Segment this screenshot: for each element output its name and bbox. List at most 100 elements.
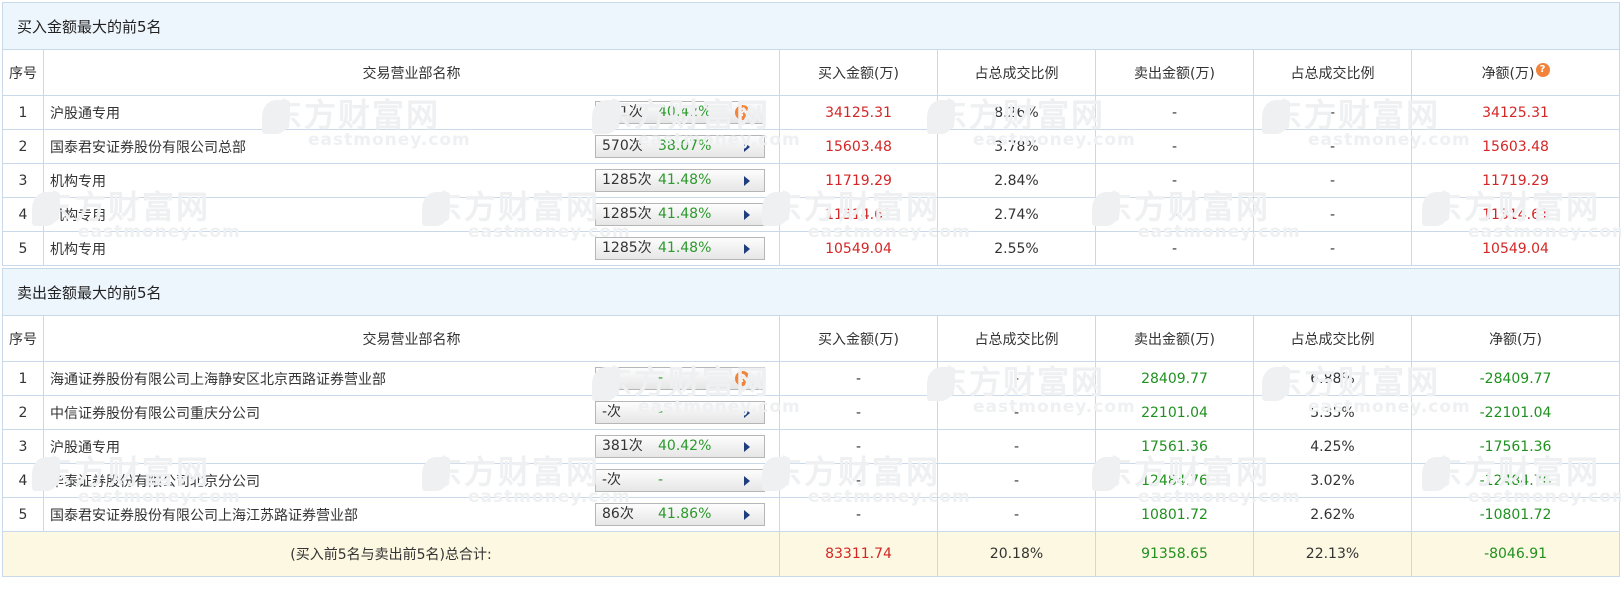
table-row: 3 沪股通专用 381次 40.42% - -17561.36 4.25% -17561.36 xyxy=(2,429,1621,464)
dept-stats-box[interactable]: 86次 41.86% xyxy=(595,503,765,526)
play-arrow-icon[interactable] xyxy=(744,442,750,452)
dept-name-link[interactable]: 沪股通专用 xyxy=(50,103,120,123)
dept-rate: 40.42% xyxy=(658,438,712,454)
buy-top5-table: 买入金额最大的前5名 序号 交易营业部名称 买入金额(万) 占总成交比例 卖出金… xyxy=(1,2,1621,266)
dept-name-link[interactable]: 华泰证券股份有限公司北京分公司 xyxy=(50,471,260,491)
question-icon[interactable]: ? xyxy=(735,105,750,120)
total-label: (买入前5名与卖出前5名)总合计: xyxy=(2,531,780,577)
dept-name-link[interactable]: 中信证券股份有限公司重庆分公司 xyxy=(50,403,260,423)
row-buy-amount: - xyxy=(779,429,938,464)
total-sell: 91358.65 xyxy=(1095,531,1254,577)
dept-stats-box[interactable]: 381次 40.42%? xyxy=(595,101,765,124)
row-buy-amount: - xyxy=(779,463,938,498)
dept-name-link[interactable]: 海通证券股份有限公司上海静安区北京西路证券营业部 xyxy=(50,369,386,389)
total-net: -8046.91 xyxy=(1410,531,1621,577)
row-buy-ratio: - xyxy=(937,463,1096,498)
dept-rate: 41.48% xyxy=(658,206,712,222)
row-buy-ratio: 2.55% xyxy=(937,231,1096,266)
row-name-cell: 沪股通专用 381次 40.42% xyxy=(43,429,780,464)
table-row: 4 机构专用 1285次 41.48% 11314.61 2.74% - -11314.61 xyxy=(2,197,1621,232)
row-buy-amount: 11719.29 xyxy=(779,163,938,198)
table-row: 1 海通证券股份有限公司上海静安区北京西路证券营业部 -次 -? - -28409.77 6… xyxy=(2,361,1621,396)
dept-rate: 40.42% xyxy=(658,104,712,120)
row-buy-ratio: 2.74% xyxy=(937,197,1096,232)
col-name: 交易营业部名称 xyxy=(43,49,780,96)
dept-name-link[interactable]: 国泰君安证券股份有限公司总部 xyxy=(50,137,246,157)
dept-name-link[interactable]: 机构专用 xyxy=(50,239,106,259)
row-sell-amount: 12484.76 xyxy=(1095,463,1254,498)
row-seq: 4 xyxy=(2,197,44,232)
row-buy-amount: 10549.04 xyxy=(779,231,938,266)
row-sell-amount: 17561.36 xyxy=(1095,429,1254,464)
row-name-cell: 海通证券股份有限公司上海静安区北京西路证券营业部 -次 -? xyxy=(43,361,780,396)
col-seq: 序号 xyxy=(2,315,44,362)
dept-name-link[interactable]: 机构专用 xyxy=(50,171,106,191)
col-buy-amount: 买入金额(万) xyxy=(779,49,938,96)
row-seq: 4 xyxy=(2,463,44,498)
table-row: 5 国泰君安证券股份有限公司上海江苏路证券营业部 86次 41.86% - -10801.… xyxy=(2,497,1621,532)
row-sell-amount: 22101.04 xyxy=(1095,395,1254,430)
row-sell-amount: 10801.72 xyxy=(1095,497,1254,532)
row-net: -17561.36 xyxy=(1410,429,1621,464)
row-sell-amount: - xyxy=(1095,129,1254,164)
buy-section-title: 买入金额最大的前5名 xyxy=(1,2,1621,50)
total-buy-ratio: 20.18% xyxy=(937,531,1096,577)
dept-name-link[interactable]: 机构专用 xyxy=(50,205,106,225)
col-buy-amount: 买入金额(万) xyxy=(779,315,938,362)
row-name-cell: 国泰君安证券股份有限公司总部 570次 38.07% xyxy=(43,129,780,164)
row-buy-ratio: 2.84% xyxy=(937,163,1096,198)
dept-count: -次 xyxy=(602,472,622,488)
row-sell-ratio: 2.62% xyxy=(1253,497,1412,532)
col-sell-amount: 卖出金额(万) xyxy=(1095,49,1254,96)
row-seq: 3 xyxy=(2,429,44,464)
dept-stats-box[interactable]: -次 - xyxy=(595,401,765,424)
sell-section-header: 卖出金额最大的前5名 xyxy=(1,268,1621,316)
row-sell-amount: - xyxy=(1095,197,1254,232)
row-net: 34125.31 xyxy=(1410,95,1621,130)
play-arrow-icon[interactable] xyxy=(744,510,750,520)
row-buy-amount: 34125.31 xyxy=(779,95,938,130)
dept-name-link[interactable]: 沪股通专用 xyxy=(50,437,120,457)
sell-section-title: 卖出金额最大的前5名 xyxy=(1,268,1621,316)
total-buy: 83311.74 xyxy=(779,531,938,577)
dept-stats-box[interactable]: 1285次 41.48% xyxy=(595,203,765,226)
row-buy-amount: 11314.61 xyxy=(779,197,938,232)
table-row: 2 中信证券股份有限公司重庆分公司 -次 - - -22101.04 5.35% -22101… xyxy=(2,395,1621,430)
row-buy-amount: - xyxy=(779,361,938,396)
dept-stats-box[interactable]: -次 - xyxy=(595,469,765,492)
dept-stats-box[interactable]: 1285次 41.48% xyxy=(595,169,765,192)
row-net: -12484.76 xyxy=(1410,463,1621,498)
table-row: 3 机构专用 1285次 41.48% 11719.29 2.84% - -11719.29 xyxy=(2,163,1621,198)
row-sell-ratio: 5.35% xyxy=(1253,395,1412,430)
row-name-cell: 华泰证券股份有限公司北京分公司 -次 - xyxy=(43,463,780,498)
row-sell-ratio: - xyxy=(1253,95,1412,130)
dept-name-link[interactable]: 国泰君安证券股份有限公司上海江苏路证券营业部 xyxy=(50,505,358,525)
play-arrow-icon[interactable] xyxy=(744,210,750,220)
col-sell-amount: 卖出金额(万) xyxy=(1095,315,1254,362)
dept-count: 86次 xyxy=(602,506,634,522)
dept-stats-box[interactable]: 570次 38.07% xyxy=(595,135,765,158)
net-help-icon[interactable]: ? xyxy=(1535,62,1550,77)
dept-stats-box[interactable]: -次 -? xyxy=(595,367,765,390)
row-sell-ratio: 6.88% xyxy=(1253,361,1412,396)
col-sell-ratio: 占总成交比例 xyxy=(1253,315,1412,362)
dept-count: 381次 xyxy=(602,438,643,454)
dept-stats-box[interactable]: 381次 40.42% xyxy=(595,435,765,458)
row-name-cell: 机构专用 1285次 41.48% xyxy=(43,197,780,232)
row-buy-amount: - xyxy=(779,395,938,430)
col-name: 交易营业部名称 xyxy=(43,315,780,362)
play-arrow-icon[interactable] xyxy=(744,176,750,186)
play-arrow-icon[interactable] xyxy=(744,244,750,254)
play-arrow-icon[interactable] xyxy=(744,142,750,152)
row-buy-ratio: - xyxy=(937,429,1096,464)
dept-count: 570次 xyxy=(602,138,643,154)
row-sell-amount: - xyxy=(1095,163,1254,198)
table-row: 2 国泰君安证券股份有限公司总部 570次 38.07% 15603.48 3.78% - -… xyxy=(2,129,1621,164)
row-net: 11719.29 xyxy=(1410,163,1621,198)
play-arrow-icon[interactable] xyxy=(744,476,750,486)
dept-stats-box[interactable]: 1285次 41.48% xyxy=(595,237,765,260)
question-icon[interactable]: ? xyxy=(735,371,750,386)
play-arrow-icon[interactable] xyxy=(744,408,750,418)
row-sell-ratio: 3.02% xyxy=(1253,463,1412,498)
dept-rate: - xyxy=(658,472,664,488)
